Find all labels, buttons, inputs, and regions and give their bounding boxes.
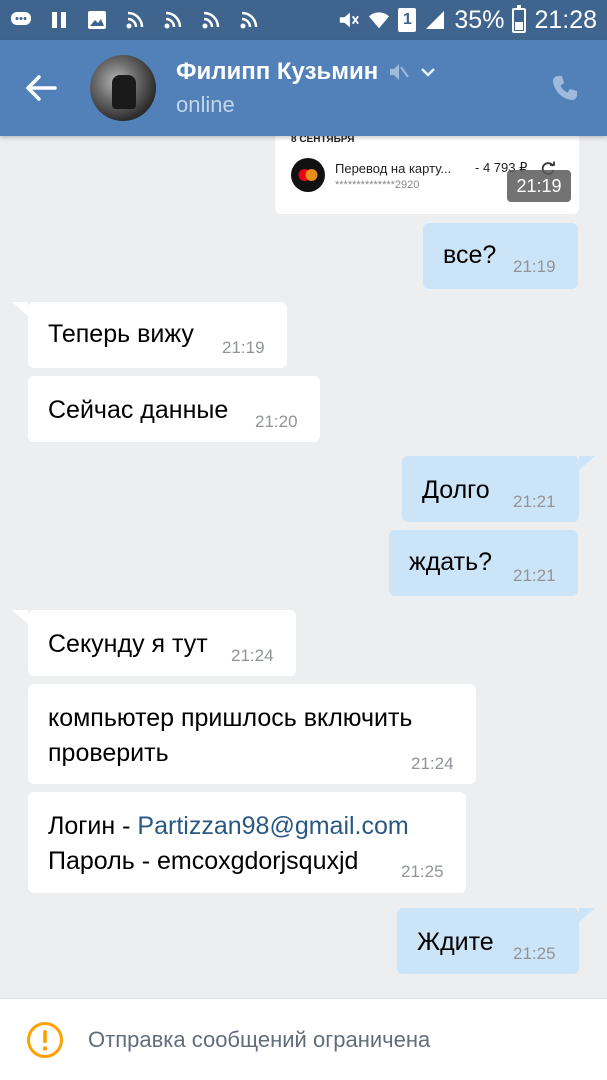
rss-icon [200,9,222,31]
signal-icon [424,9,446,31]
muted-icon [390,64,410,80]
bubble-tail [579,908,595,922]
attachment-card-number: **************2920 [335,179,420,191]
message-outgoing[interactable]: ждать? 21:21 [389,530,578,596]
password-line: Пароль - emcoxgdorjsquxjd [48,847,359,875]
pause-icon [48,9,70,31]
status-bar: 1 35% 21:28 [0,0,607,40]
message-time: 21:25 [401,862,444,881]
message-text: Теперь вижу [48,320,194,348]
message-text: Ждите [417,928,494,956]
call-button[interactable] [547,70,583,106]
chat-header: Филипп Кузьмин online [0,40,607,136]
contact-status: online [176,92,235,117]
attachment-date: 8 СЕНТЯБРЯ [291,136,355,145]
image-attachment[interactable]: 8 СЕНТЯБРЯ Перевод на карту... *********… [275,136,579,214]
login-line: Логин - Partizzan98@gmail.com [48,812,409,841]
restricted-bar: Отправка сообщений ограничена [0,998,607,1080]
rss-icon [124,9,146,31]
message-time: 21:24 [411,754,454,773]
email-link[interactable]: Partizzan98@gmail.com [137,812,408,840]
message-outgoing[interactable]: Ждите 21:25 [397,908,579,974]
message-incoming[interactable]: Сейчас данные 21:20 [28,376,320,442]
phone-icon [553,76,577,100]
mute-icon [338,9,360,31]
message-time: 21:25 [513,944,556,963]
back-button[interactable] [16,63,66,113]
message-time: 21:20 [255,412,298,431]
login-label: Логин - [48,812,138,840]
bubble-tail [579,456,595,470]
message-incoming[interactable]: Секунду я тут 21:24 [28,610,296,676]
message-incoming[interactable]: компьютер пришлось включить проверить 21… [28,684,476,784]
system-indicators: 1 35% 21:28 [338,4,597,35]
sim-icon: 1 [398,8,417,32]
contact-name: Филипп Кузьмин [176,58,379,85]
image-icon [86,9,108,31]
message-text-line: компьютер пришлось включить [48,704,413,732]
mastercard-icon [291,158,325,192]
bubble-tail [12,610,28,624]
notification-icons [10,9,260,31]
contact-info[interactable]: Филипп Кузьмин online [176,58,436,118]
restricted-message: Отправка сообщений ограничена [88,1026,431,1052]
message-incoming[interactable]: Логин - Partizzan98@gmail.com Пароль - e… [28,792,466,893]
wifi-icon [368,9,390,31]
attachment-title: Перевод на карту... [335,161,452,176]
message-time: 21:19 [222,338,265,357]
warning-icon [27,1021,63,1058]
message-list[interactable]: 8 СЕНТЯБРЯ Перевод на карту... *********… [0,136,607,998]
message-text-line: проверить [48,739,169,767]
bubble-tail [12,302,28,316]
message-time: 21:21 [513,492,556,511]
message-text: Секунду я тут [48,630,208,658]
chevron-down-icon[interactable] [420,66,436,78]
message-outgoing[interactable]: все? 21:19 [423,223,578,289]
message-time: 21:19 [507,170,571,202]
battery-percent: 35% [454,5,505,34]
rss-icon [238,9,260,31]
message-time: 21:24 [231,646,274,665]
message-outgoing[interactable]: Долго 21:21 [402,456,579,522]
message-text: все? [443,241,497,269]
message-text: Долго [422,476,490,504]
message-text: ждать? [409,548,493,576]
vk-message-icon [10,9,32,31]
message-incoming[interactable]: Теперь вижу 21:19 [28,302,287,368]
message-text: Сейчас данные [48,396,229,424]
battery-icon [512,4,527,33]
message-time: 21:19 [513,257,556,276]
clock: 21:28 [534,5,597,34]
arrow-left-icon [26,75,57,101]
message-time: 21:21 [513,566,556,585]
avatar[interactable] [90,55,156,121]
rss-icon [162,9,184,31]
contact-name-row: Филипп Кузьмин [176,58,436,86]
